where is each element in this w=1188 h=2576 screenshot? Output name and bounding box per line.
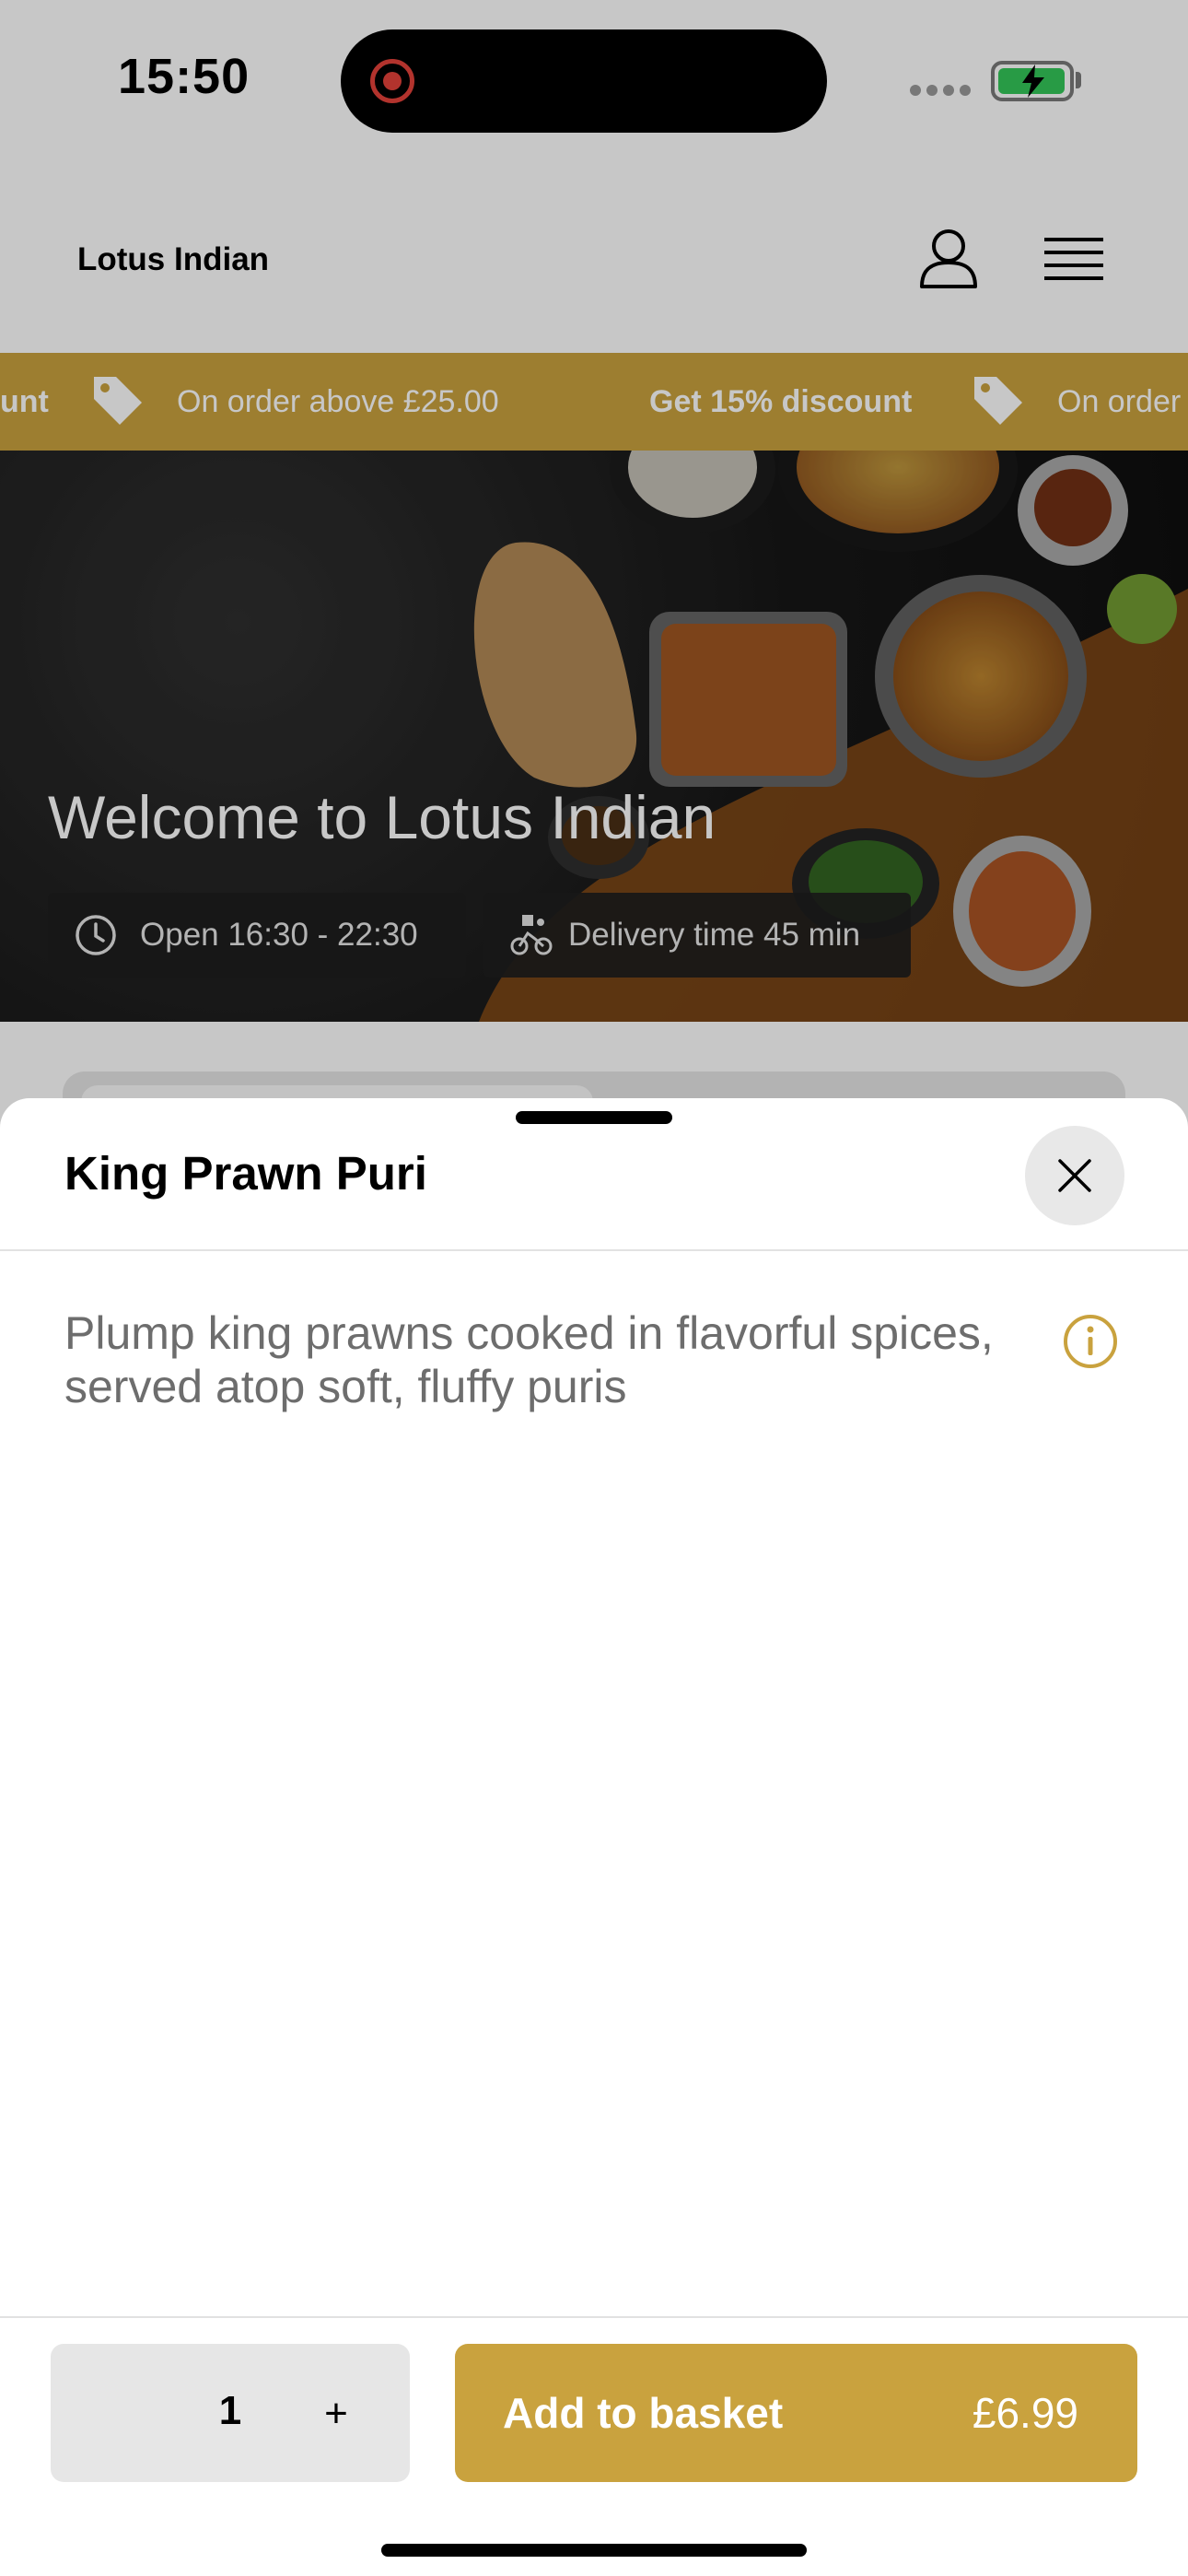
sheet-divider <box>0 1249 1188 1251</box>
sheet-grabber[interactable] <box>516 1111 672 1124</box>
product-bottom-sheet: King Prawn Puri Plump king prawns cooked… <box>0 1098 1188 2576</box>
close-button[interactable] <box>1025 1126 1124 1225</box>
info-icon[interactable] <box>1061 1312 1120 1371</box>
product-description: Plump king prawns cooked in flavorful sp… <box>64 1307 994 1412</box>
close-icon <box>1058 1159 1091 1192</box>
add-to-basket-button[interactable]: Add to basket £6.99 <box>455 2344 1137 2482</box>
footer-divider <box>0 2316 1188 2318</box>
product-price: £6.99 <box>972 2389 1078 2437</box>
quantity-value: 1 <box>218 2388 242 2433</box>
product-title: King Prawn Puri <box>64 1147 427 1200</box>
quantity-stepper: 1 + <box>51 2344 410 2482</box>
add-to-basket-label: Add to basket <box>503 2389 784 2437</box>
home-indicator[interactable] <box>381 2544 807 2557</box>
increase-quantity-button[interactable]: + <box>309 2386 364 2441</box>
